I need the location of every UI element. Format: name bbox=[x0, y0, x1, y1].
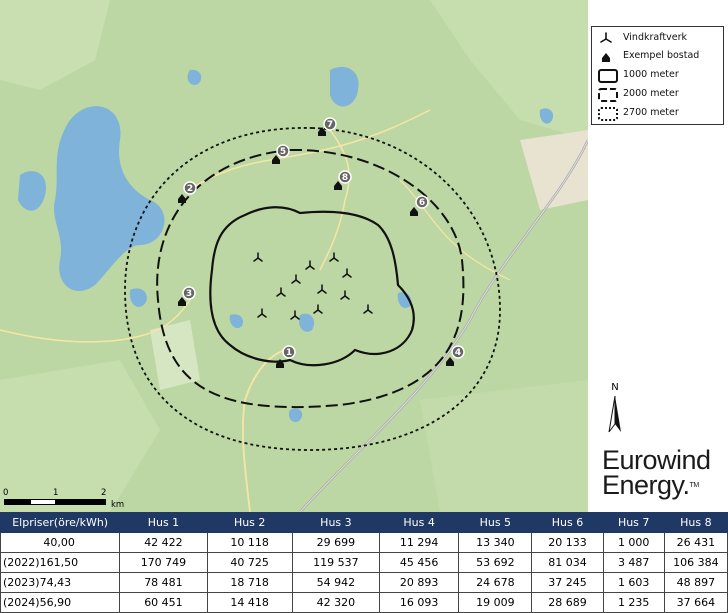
company-logo: Eurowind Energy.TM bbox=[602, 447, 722, 500]
table-cell: 81 034 bbox=[531, 552, 604, 573]
legend-label: 2000 meter bbox=[623, 88, 679, 99]
table-cell: 28 689 bbox=[531, 592, 604, 613]
table-cell: 37 245 bbox=[531, 572, 604, 593]
table-row: 40,00 42 422 10 118 29 699 11 294 13 340… bbox=[0, 532, 728, 553]
legend-label: 1000 meter bbox=[623, 69, 679, 80]
house-label: 3 bbox=[186, 289, 192, 299]
wind-turbine-icon bbox=[600, 32, 612, 43]
table-cell: 14 418 bbox=[206, 592, 293, 613]
side-panel: Vindkraftverk Exempel bostad 1000 meter … bbox=[588, 0, 728, 512]
dashed-boundary-icon bbox=[598, 88, 618, 102]
column-header: Hus 5 bbox=[458, 512, 533, 533]
legend-item-house: Exempel bostad bbox=[592, 48, 723, 66]
legend: Vindkraftverk Exempel bostad 1000 meter … bbox=[591, 26, 724, 125]
table-cell: 53 692 bbox=[458, 552, 533, 573]
table-cell: 13 340 bbox=[458, 532, 533, 553]
table-cell: 42 422 bbox=[119, 532, 208, 553]
map-canvas: 1 2 3 4 5 6 7 8 bbox=[0, 0, 588, 512]
table-cell: 1 235 bbox=[602, 592, 665, 613]
house-label: 4 bbox=[455, 348, 461, 358]
scale-unit: km bbox=[111, 500, 125, 510]
legend-label: Vindkraftverk bbox=[623, 32, 687, 43]
legend-item-turbine: Vindkraftverk bbox=[592, 30, 723, 48]
column-header: Elpriser(öre/kWh) bbox=[0, 512, 121, 533]
house-icon bbox=[602, 53, 610, 62]
table-cell: 11 294 bbox=[379, 532, 460, 553]
electricity-price-table: Elpriser(öre/kWh) Hus 1 Hus 2 Hus 3 Hus … bbox=[0, 512, 728, 613]
table-cell: (2023)74,43 bbox=[0, 572, 121, 593]
table-header-row: Elpriser(öre/kWh) Hus 1 Hus 2 Hus 3 Hus … bbox=[0, 512, 728, 533]
legend-item-1000m: 1000 meter bbox=[592, 67, 723, 85]
scale-segment bbox=[4, 499, 30, 505]
column-header: Hus 4 bbox=[379, 512, 460, 533]
house-label: 6 bbox=[419, 198, 425, 208]
solid-boundary-icon bbox=[598, 69, 618, 83]
table-cell: 1 000 bbox=[602, 532, 665, 553]
table-row: (2023)74,43 78 481 18 718 54 942 20 893 … bbox=[0, 572, 728, 593]
table-cell: 26 431 bbox=[663, 532, 728, 553]
table-cell: 45 456 bbox=[379, 552, 460, 573]
table-cell: 20 893 bbox=[379, 572, 460, 593]
table-cell: 42 320 bbox=[291, 592, 381, 613]
scale-segment bbox=[30, 499, 56, 505]
house-label: 1 bbox=[286, 348, 292, 358]
column-header: Hus 3 bbox=[291, 512, 381, 533]
scale-tick-2: 2 bbox=[101, 488, 107, 498]
house-label: 7 bbox=[327, 120, 333, 130]
scale-segment bbox=[56, 499, 106, 505]
column-header: Hus 8 bbox=[663, 512, 728, 533]
table-cell: 40,00 bbox=[0, 532, 121, 553]
scale-bar: 0 1 2 km bbox=[3, 488, 125, 510]
table-cell: 37 664 bbox=[663, 592, 728, 613]
table-row: (2024)56,90 60 451 14 418 42 320 16 093 … bbox=[0, 592, 728, 613]
column-header: Hus 7 bbox=[602, 512, 665, 533]
scale-tick-0: 0 bbox=[3, 488, 9, 498]
table-cell: 1 603 bbox=[602, 572, 665, 593]
table-cell: 19 009 bbox=[458, 592, 533, 613]
north-label: N bbox=[611, 382, 619, 393]
table-cell: 48 897 bbox=[663, 572, 728, 593]
scale-tick-1: 1 bbox=[53, 488, 59, 498]
table-cell: 20 133 bbox=[531, 532, 604, 553]
logo-line-2: Energy. bbox=[602, 470, 690, 500]
house-label: 2 bbox=[187, 184, 193, 194]
table-cell: 119 537 bbox=[291, 552, 381, 573]
table-cell: 24 678 bbox=[458, 572, 533, 593]
table-cell: 16 093 bbox=[379, 592, 460, 613]
table-cell: 18 718 bbox=[206, 572, 293, 593]
north-arrow: N bbox=[604, 382, 626, 434]
house-label: 8 bbox=[342, 173, 348, 183]
table-cell: 29 699 bbox=[291, 532, 381, 553]
table-cell: 78 481 bbox=[119, 572, 208, 593]
column-header: Hus 2 bbox=[206, 512, 293, 533]
north-arrow-icon bbox=[608, 396, 621, 433]
table-cell: 106 384 bbox=[663, 552, 728, 573]
house-label: 5 bbox=[280, 147, 286, 157]
table-cell: 60 451 bbox=[119, 592, 208, 613]
column-header: Hus 6 bbox=[531, 512, 604, 533]
table-cell: 40 725 bbox=[206, 552, 293, 573]
dotted-boundary-icon bbox=[598, 107, 618, 121]
table-cell: (2024)56,90 bbox=[0, 592, 121, 613]
legend-item-2700m: 2700 meter bbox=[592, 105, 723, 123]
table-cell: 10 118 bbox=[206, 532, 293, 553]
legend-item-2000m: 2000 meter bbox=[592, 86, 723, 104]
table-cell: 3 487 bbox=[602, 552, 665, 573]
legend-label: Exempel bostad bbox=[623, 50, 700, 61]
column-header: Hus 1 bbox=[119, 512, 208, 533]
legend-label: 2700 meter bbox=[623, 107, 679, 118]
map-view[interactable]: 1 2 3 4 5 6 7 8 0 1 2 km bbox=[0, 0, 588, 512]
table-row: (2022)161,50 170 749 40 725 119 537 45 4… bbox=[0, 552, 728, 573]
logo-trademark: TM bbox=[689, 482, 700, 489]
table-cell: 54 942 bbox=[291, 572, 381, 593]
table-cell: 170 749 bbox=[119, 552, 208, 573]
table-cell: (2022)161,50 bbox=[0, 552, 121, 573]
